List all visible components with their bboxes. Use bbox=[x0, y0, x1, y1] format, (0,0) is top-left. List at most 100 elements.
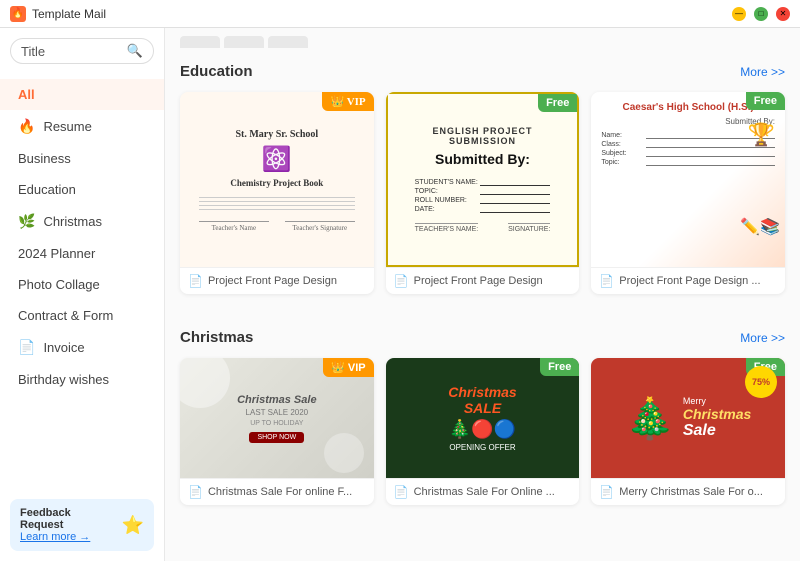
student-sig: Teacher's Signature bbox=[285, 221, 355, 232]
titlebar-controls: — □ ✕ bbox=[732, 7, 790, 21]
app-body: 🔍 All 🔥 Resume Business Education bbox=[0, 28, 800, 561]
edu-card-2-footer: 📄 Project Front Page Design bbox=[386, 267, 580, 294]
circle-decoration bbox=[180, 358, 230, 408]
edu-card-2[interactable]: Free ENGLISH PROJECTSUBMISSION Submitted… bbox=[386, 92, 580, 294]
edu-card-3-footer: 📄 Project Front Page Design ... bbox=[591, 267, 785, 294]
xmas-card-3-content: Free 🎄 Merry Christmas Sale 75% bbox=[591, 358, 785, 478]
minimize-button[interactable]: — bbox=[732, 7, 746, 21]
sidebar-item-resume[interactable]: 🔥 Resume bbox=[0, 110, 164, 143]
field-row: TOPIC: bbox=[415, 188, 551, 195]
xmas-card-1[interactable]: 👑 VIP Christmas Sale LAST SALE 2020 UP T… bbox=[180, 358, 374, 505]
search-input[interactable] bbox=[21, 44, 121, 59]
sidebar-item-label: Photo Collage bbox=[18, 277, 100, 292]
sidebar-item-business[interactable]: Business bbox=[0, 143, 164, 174]
sidebar-item-christmas[interactable]: 🌿 Christmas bbox=[0, 205, 164, 238]
sidebar-item-label: 2024 Planner bbox=[18, 246, 95, 261]
education-cards-grid: 👑 VIP St. Mary Sr. School ⚛️ Chemistry P… bbox=[180, 92, 785, 294]
scroll-tab-2[interactable] bbox=[224, 36, 264, 48]
xmas-card-3-footer: 📄 Merry Christmas Sale For o... bbox=[591, 478, 785, 505]
scroll-tab-3[interactable] bbox=[268, 36, 308, 48]
xmas-card-3[interactable]: Free 🎄 Merry Christmas Sale 75% 📄 bbox=[591, 358, 785, 505]
edu-card-3-img: Free 🏆 Caesar's High School (H.S.) Submi… bbox=[591, 92, 785, 267]
field-row: STUDENT'S NAME: bbox=[415, 179, 551, 186]
xmas3-percent-badge: 75% bbox=[745, 366, 777, 398]
edu-card-1-title: Project Front Page Design bbox=[208, 275, 337, 287]
sidebar-item-education[interactable]: Education bbox=[0, 174, 164, 205]
xmas2-balls-icon: 🎄🔴🔵 bbox=[449, 419, 516, 440]
sidebar-item-label: Contract & Form bbox=[18, 308, 113, 323]
field-label: TOPIC: bbox=[415, 188, 480, 195]
sidebar-item-contract[interactable]: Contract & Form bbox=[0, 300, 164, 331]
xmas-card-1-title: Christmas Sale For online F... bbox=[208, 486, 352, 498]
doc-icon: 📄 bbox=[394, 485, 409, 499]
xmas3-merry-text: Merry bbox=[683, 396, 751, 406]
titlebar-left: 🔥 Template Mail bbox=[10, 6, 106, 22]
feedback-title: Feedback Request bbox=[20, 507, 116, 531]
sidebar-item-invoice[interactable]: 📄 Invoice bbox=[0, 331, 164, 364]
christmas-section: Christmas More >> 👑 VIP bbox=[165, 314, 800, 525]
edu-card-3-content: Free 🏆 Caesar's High School (H.S.) Submi… bbox=[591, 92, 785, 267]
sidebar-nav: All 🔥 Resume Business Education 🌿 Christ… bbox=[0, 74, 164, 400]
school-name: St. Mary Sr. School bbox=[235, 128, 318, 141]
teacher-name-box: TEACHER'S NAME: bbox=[415, 223, 479, 233]
field-label: Class: bbox=[601, 141, 646, 148]
close-button[interactable]: ✕ bbox=[776, 7, 790, 21]
signature-area: Teacher's Name Teacher's Signature bbox=[199, 221, 355, 232]
christmas-section-header: Christmas More >> bbox=[180, 329, 785, 346]
book-title: Chemistry Project Book bbox=[230, 178, 323, 188]
search-icon: 🔍 bbox=[127, 43, 143, 59]
sidebar-item-photo-collage[interactable]: Photo Collage bbox=[0, 269, 164, 300]
atom-icon: ⚛️ bbox=[262, 145, 292, 174]
field-line bbox=[480, 188, 551, 195]
main-content: Education More >> 👑 VIP St. Mary Sr. Sch… bbox=[165, 28, 800, 561]
xmas2-sale-text: ChristmasSALE bbox=[448, 384, 516, 416]
edu-card-2-content: Free ENGLISH PROJECTSUBMISSION Submitted… bbox=[386, 92, 580, 267]
christmas-more-link[interactable]: More >> bbox=[740, 331, 785, 345]
vip-badge: 👑 VIP bbox=[322, 92, 373, 111]
xmas-card-2-footer: 📄 Christmas Sale For Online ... bbox=[386, 478, 580, 505]
doc-icon: 📄 bbox=[188, 485, 203, 499]
free-badge: Free bbox=[538, 94, 577, 112]
form-line bbox=[199, 201, 355, 202]
education-more-link[interactable]: More >> bbox=[740, 65, 785, 79]
form-line bbox=[199, 209, 355, 210]
education-section-header: Education More >> bbox=[180, 63, 785, 80]
proj-title: ENGLISH PROJECTSUBMISSION bbox=[432, 126, 532, 146]
feedback-link[interactable]: Learn more → bbox=[20, 531, 90, 543]
sidebar-item-label: Business bbox=[18, 151, 71, 166]
edu-card-1[interactable]: 👑 VIP St. Mary Sr. School ⚛️ Chemistry P… bbox=[180, 92, 374, 294]
pencil-icon: ✏️📚 bbox=[740, 217, 780, 237]
scroll-tab-1[interactable] bbox=[180, 36, 220, 48]
field-label: Topic: bbox=[601, 159, 646, 166]
scroll-tabs bbox=[165, 28, 800, 48]
sidebar-item-label: Resume bbox=[43, 119, 91, 134]
form-line bbox=[199, 197, 355, 198]
sidebar-item-all[interactable]: All bbox=[0, 79, 164, 110]
free-badge: Free bbox=[746, 92, 785, 110]
edu-card-1-content: 👑 VIP St. Mary Sr. School ⚛️ Chemistry P… bbox=[180, 92, 374, 267]
sidebar-scroll-area: All 🔥 Resume Business Education 🌿 Christ… bbox=[0, 74, 164, 489]
field-line bbox=[646, 159, 775, 166]
maximize-button[interactable]: □ bbox=[754, 7, 768, 21]
xmas-card-3-img: Free 🎄 Merry Christmas Sale 75% bbox=[591, 358, 785, 478]
edu-card-3[interactable]: Free 🏆 Caesar's High School (H.S.) Submi… bbox=[591, 92, 785, 294]
sidebar-item-planner[interactable]: 2024 Planner bbox=[0, 238, 164, 269]
xmas-card-2-title: Christmas Sale For Online ... bbox=[414, 486, 555, 498]
xmas-card-2[interactable]: Free ChristmasSALE 🎄🔴🔵 OPENING OFFER 📄 C… bbox=[386, 358, 580, 505]
flame-icon: 🔥 bbox=[18, 118, 35, 135]
doc-icon: 📄 bbox=[599, 274, 614, 288]
search-box[interactable]: 🔍 bbox=[10, 38, 154, 64]
teacher-row: TEACHER'S NAME: SIGNATURE: bbox=[415, 223, 551, 233]
field-label: DATE: bbox=[415, 206, 480, 213]
titlebar-title: Template Mail bbox=[32, 7, 106, 21]
xmas3-sale-text: Sale bbox=[683, 422, 751, 440]
trophy-icon: 🏆 bbox=[748, 122, 775, 148]
field-line bbox=[480, 197, 551, 204]
edu-card-1-img: 👑 VIP St. Mary Sr. School ⚛️ Chemistry P… bbox=[180, 92, 374, 267]
sub-title: Submitted By: bbox=[435, 151, 530, 167]
xmas-card-2-content: Free ChristmasSALE 🎄🔴🔵 OPENING OFFER bbox=[386, 358, 580, 478]
form-fields: STUDENT'S NAME: TOPIC: ROLL NUMBER: DATE… bbox=[415, 177, 551, 215]
sidebar-item-birthday[interactable]: Birthday wishes bbox=[0, 364, 164, 395]
invoice-icon: 📄 bbox=[18, 339, 35, 356]
field-label: Subject: bbox=[601, 150, 646, 157]
